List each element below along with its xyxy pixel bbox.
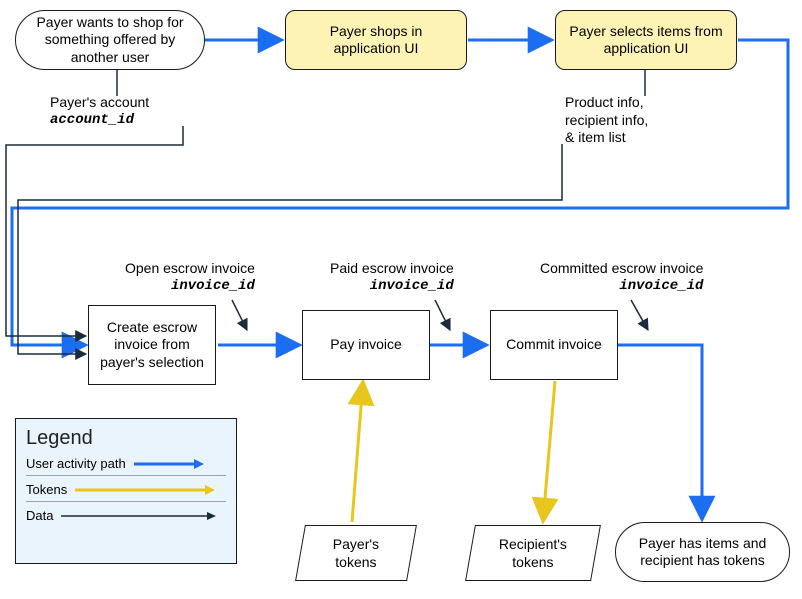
legend-row-data: Data [26, 508, 226, 523]
label-account: Payer's account account_id [50, 94, 149, 129]
node-payer-tokens-text: Payer's tokens [311, 536, 401, 571]
label-product-line1: Product info, [565, 94, 648, 112]
label-committed-invoice-title: Committed escrow invoice [540, 260, 703, 278]
label-account-code: account_id [50, 112, 149, 130]
node-pay-invoice: Pay invoice [302, 310, 430, 380]
label-open-invoice-code: invoice_id [125, 278, 255, 296]
node-start: Payer wants to shop for something offere… [15, 10, 205, 70]
arrow-dark-icon [61, 510, 216, 522]
label-paid-invoice: Paid escrow invoice invoice_id [330, 260, 454, 295]
node-pay-invoice-text: Pay invoice [330, 336, 402, 354]
legend-box: Legend User activity path Tokens Data [15, 418, 237, 564]
node-recipient-tokens-text: Recipient's tokens [481, 536, 585, 571]
node-end: Payer has items and recipient has tokens [615, 522, 790, 582]
legend-data-label: Data [26, 508, 53, 523]
arrow-yellow-icon [75, 484, 215, 496]
label-paid-invoice-code: invoice_id [330, 278, 454, 296]
node-selects: Payer selects items from application UI [555, 10, 737, 70]
node-shops: Payer shops in application UI [285, 10, 467, 70]
arrow-blue-icon [134, 458, 204, 470]
node-selects-text: Payer selects items from application UI [566, 23, 726, 58]
label-product-line3: & item list [565, 129, 648, 147]
node-commit-invoice-text: Commit invoice [506, 336, 602, 354]
label-open-invoice-title: Open escrow invoice [125, 260, 255, 278]
node-shops-text: Payer shops in application UI [296, 23, 456, 58]
node-commit-invoice: Commit invoice [490, 310, 618, 380]
legend-tokens-label: Tokens [26, 482, 67, 497]
legend-row-user-activity: User activity path [26, 456, 226, 471]
label-paid-invoice-title: Paid escrow invoice [330, 260, 454, 278]
legend-user-activity-label: User activity path [26, 456, 126, 471]
node-recipient-tokens: Recipient's tokens [465, 525, 601, 581]
node-create-escrow: Create escrow invoice from payer's selec… [88, 305, 216, 385]
node-create-escrow-text: Create escrow invoice from payer's selec… [99, 319, 205, 372]
node-start-text: Payer wants to shop for something offere… [26, 14, 194, 67]
label-committed-invoice-code: invoice_id [540, 278, 703, 296]
label-open-invoice: Open escrow invoice invoice_id [125, 260, 255, 295]
label-committed-invoice: Committed escrow invoice invoice_id [540, 260, 703, 295]
diagram-stage: Payer wants to shop for something offere… [0, 0, 802, 599]
label-account-title: Payer's account [50, 94, 149, 112]
legend-row-tokens: Tokens [26, 482, 226, 497]
label-product: Product info, recipient info, & item lis… [565, 94, 648, 147]
legend-title: Legend [26, 427, 226, 450]
label-product-line2: recipient info, [565, 112, 648, 130]
node-payer-tokens: Payer's tokens [295, 525, 417, 581]
node-end-text: Payer has items and recipient has tokens [626, 535, 779, 570]
